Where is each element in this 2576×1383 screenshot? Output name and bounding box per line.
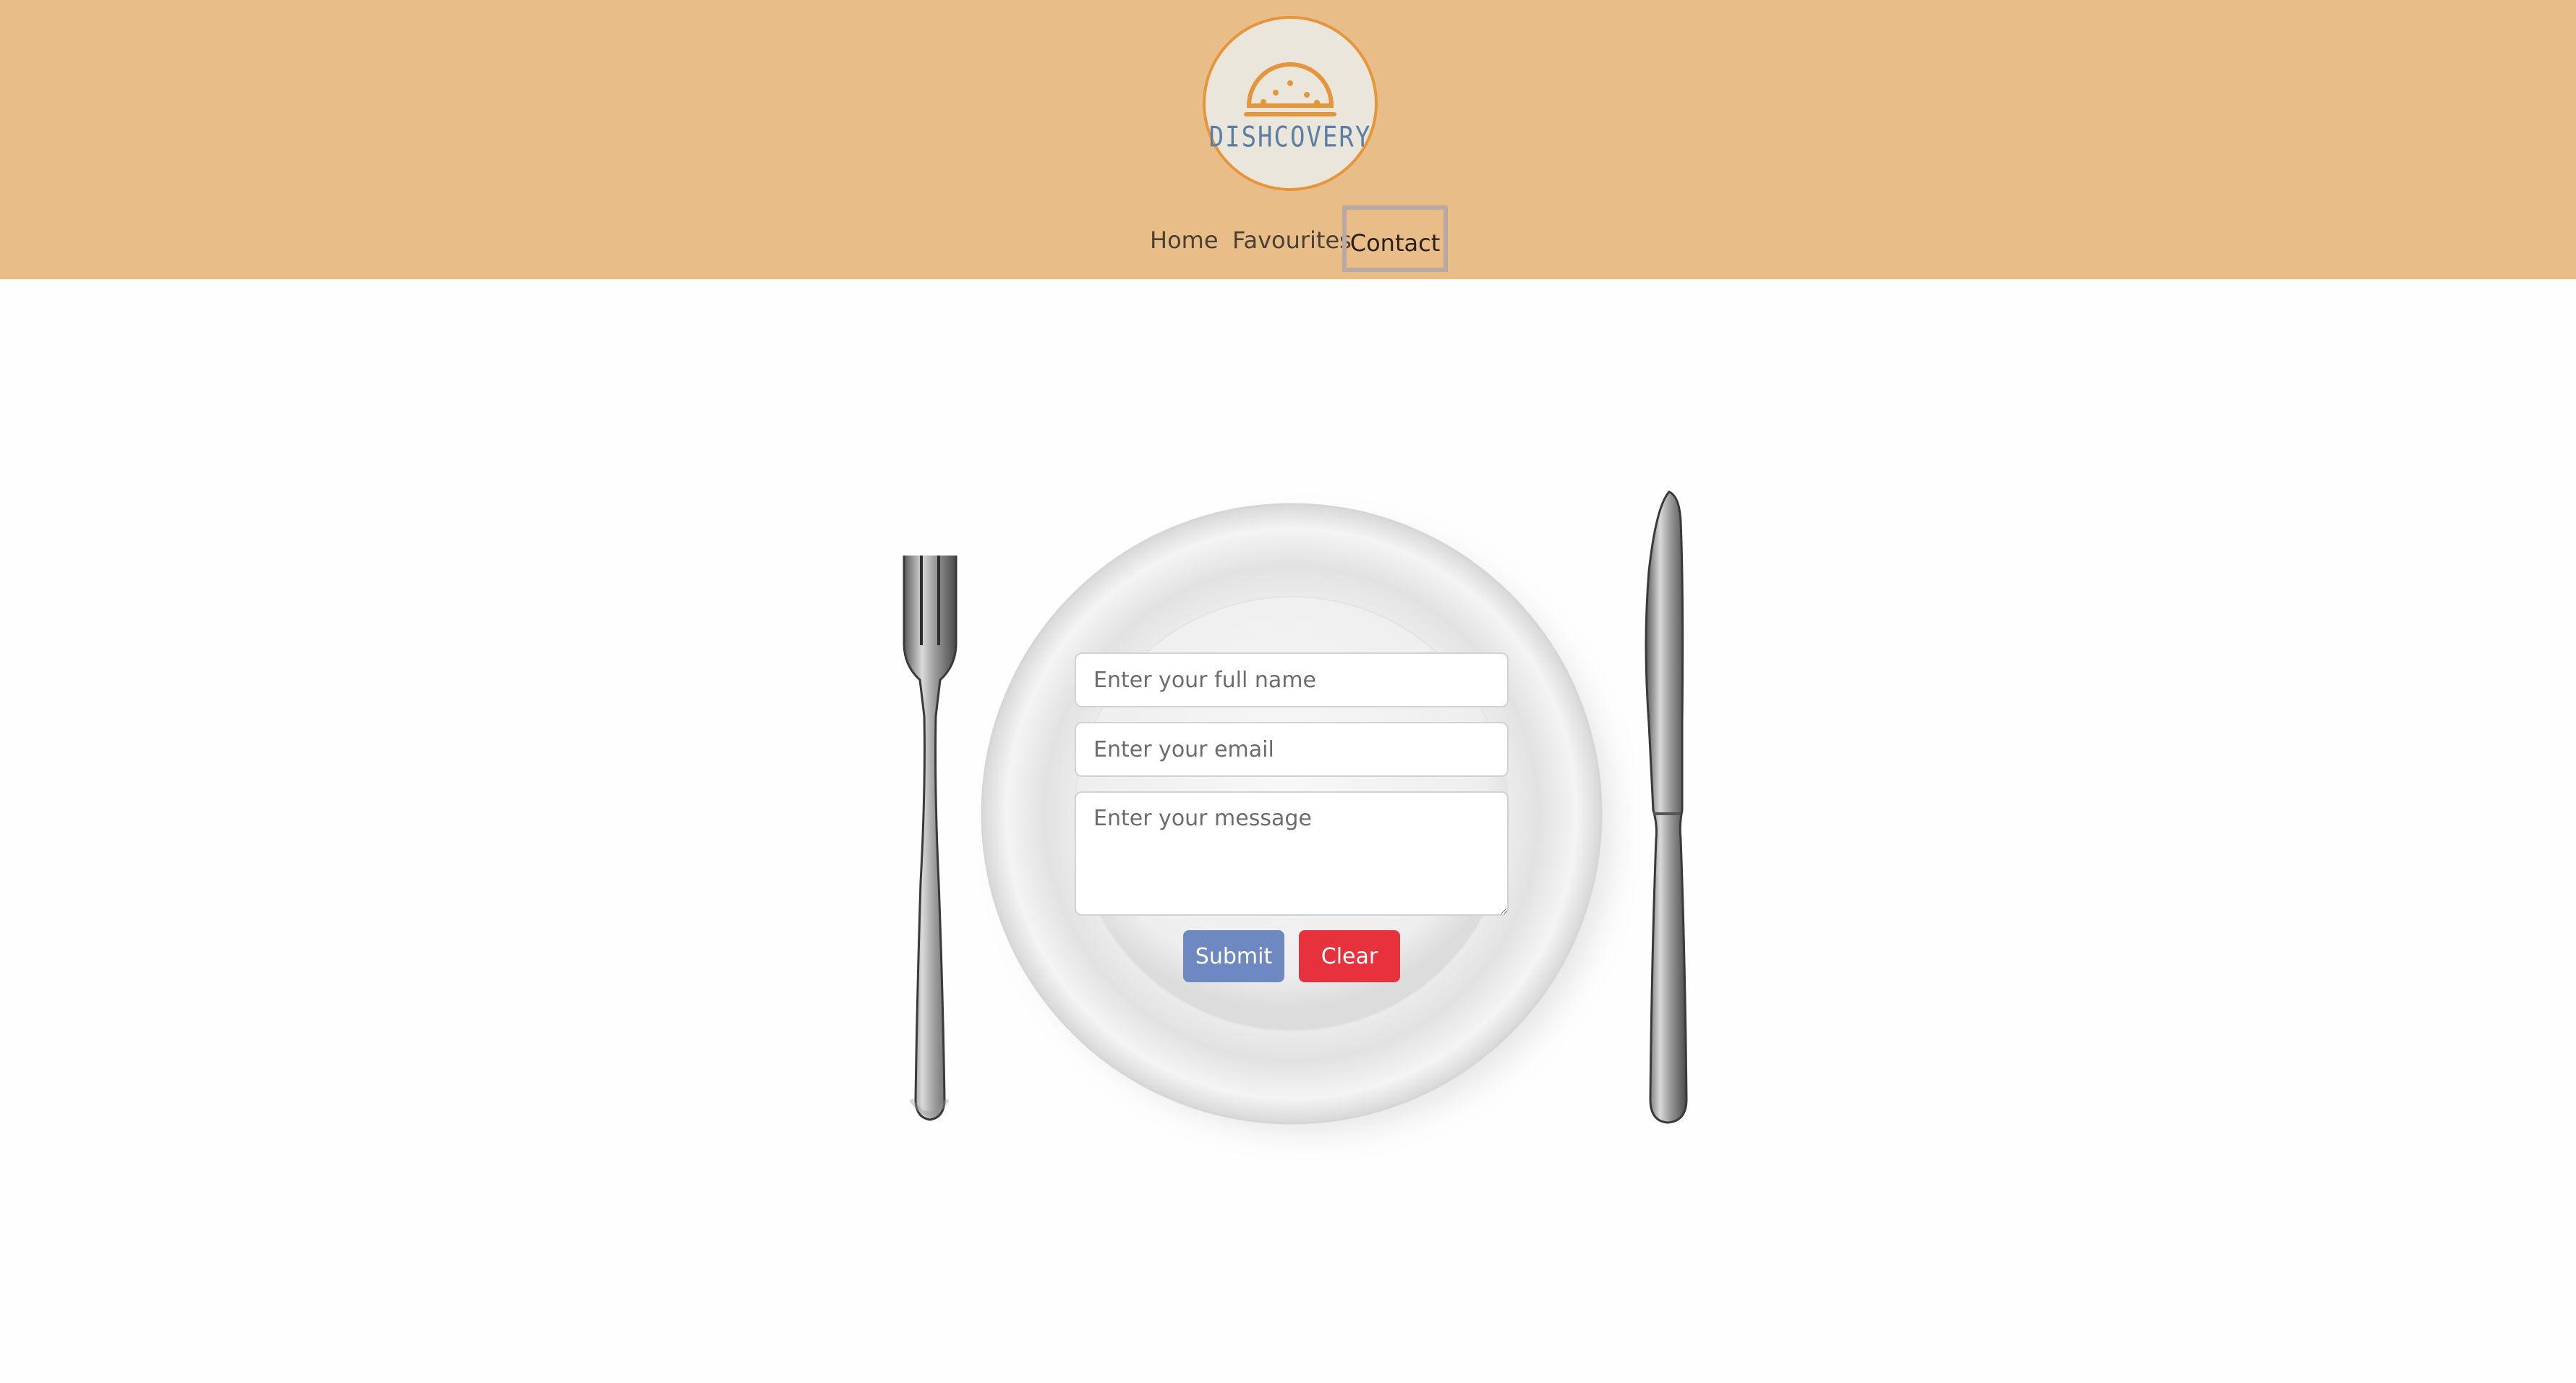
fork-icon bbox=[903, 556, 958, 1121]
nav-contact-link[interactable]: Contact bbox=[1342, 205, 1448, 272]
submit-button[interactable]: Submit bbox=[1183, 930, 1284, 982]
nav-home-link[interactable]: Home bbox=[1150, 211, 1219, 269]
site-header: DISHCOVERY Home Favourites Contact bbox=[0, 0, 2576, 279]
email-input[interactable] bbox=[1075, 722, 1509, 777]
knife-icon bbox=[1645, 490, 1688, 1124]
taco-logo-icon bbox=[1244, 62, 1336, 116]
full-name-input[interactable] bbox=[1075, 652, 1509, 707]
nav-favourites-link[interactable]: Favourites bbox=[1232, 211, 1352, 269]
clear-button[interactable]: Clear bbox=[1299, 930, 1400, 982]
message-textarea[interactable] bbox=[1075, 791, 1509, 916]
dishcovery-logo[interactable]: DISHCOVERY bbox=[1203, 16, 1378, 191]
logo-text: DISHCOVERY bbox=[1208, 121, 1372, 154]
